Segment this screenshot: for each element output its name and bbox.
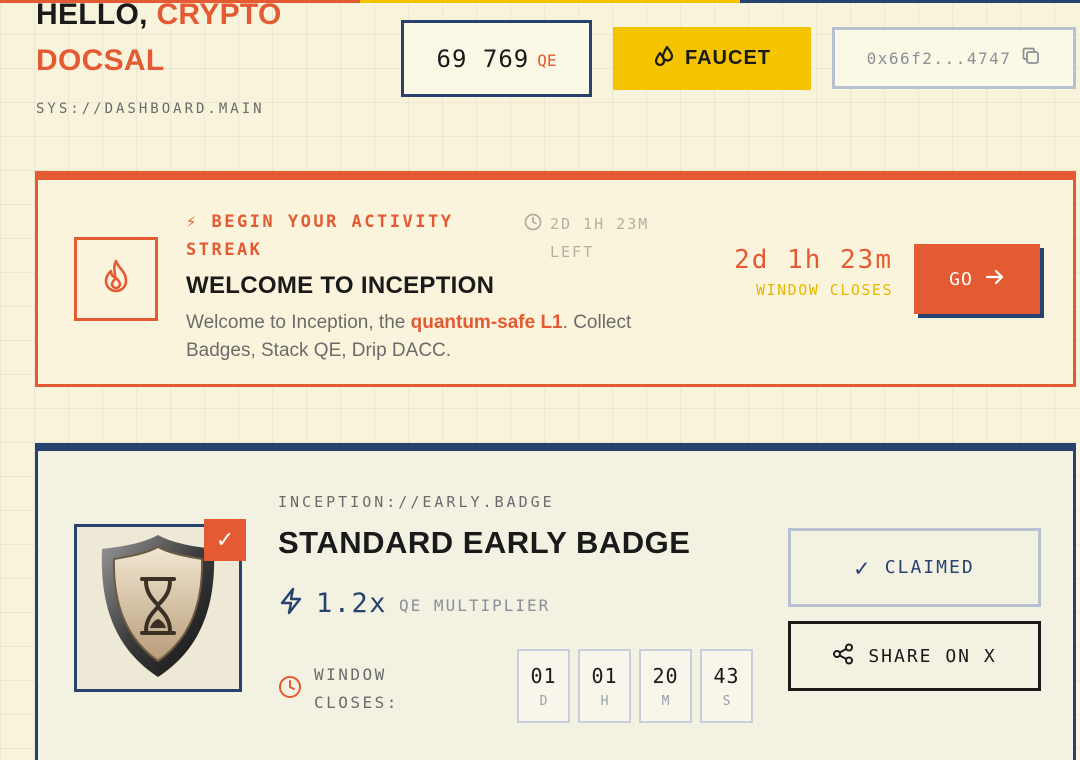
balance-value: 69 769: [436, 44, 530, 73]
badge-window-row: WINDOW CLOSES:: [278, 661, 424, 717]
streak-kicker: ⚡ BEGIN YOUR ACTIVITY STREAK: [186, 212, 454, 260]
countdown-minutes-value: 20: [652, 663, 679, 688]
clock-icon: [524, 213, 542, 236]
badge-title: STANDARD EARLY BADGE: [278, 525, 691, 560]
droplets-icon: [653, 44, 675, 74]
countdown-seconds: 43 S: [700, 649, 753, 723]
streak-description: Welcome to Inception, the quantum-safe L…: [186, 309, 706, 365]
countdown-seconds-unit: S: [722, 693, 731, 709]
faucet-button[interactable]: FAUCET: [613, 27, 811, 90]
countdown-hours-value: 01: [591, 663, 618, 688]
greeting-heading: HELLO, CRYPTO DOCSAL: [36, 0, 366, 84]
accent-stripe-navy: [740, 0, 1080, 3]
wallet-address-chip[interactable]: 0x66f2...4747: [832, 27, 1076, 89]
countdown-seconds-value: 43: [713, 663, 740, 688]
system-path: SYS://DASHBOARD.MAIN: [36, 101, 265, 117]
arrow-right-icon: [985, 269, 1005, 290]
balance-unit: QE: [537, 51, 557, 70]
badge-window-label: WINDOW CLOSES:: [314, 665, 399, 712]
streak-time-left: 2D 1H 23M LEFT: [524, 210, 680, 266]
go-label: GO: [949, 268, 973, 290]
countdown-hours-unit: H: [600, 693, 609, 709]
streak-countdown-label: WINDOW CLOSES: [756, 281, 893, 299]
multiplier-value: 1.2x: [316, 588, 388, 619]
activity-streak-card: ⚡ BEGIN YOUR ACTIVITY STREAK 2D 1H 23M L…: [35, 171, 1076, 387]
check-icon: ✓: [204, 519, 246, 561]
copy-icon[interactable]: [1021, 46, 1041, 70]
qe-balance: 69 769 QE: [401, 20, 592, 97]
countdown-minutes: 20 M: [639, 649, 692, 723]
streak-desc-prefix: Welcome to Inception, the: [186, 312, 411, 333]
countdown-hours: 01 H: [578, 649, 631, 723]
badge-path: INCEPTION://EARLY.BADGE: [278, 493, 555, 511]
wallet-address: 0x66f2...4747: [866, 48, 1012, 68]
check-icon: ✓: [854, 553, 871, 582]
countdown-minutes-unit: M: [661, 693, 670, 709]
countdown-days-unit: D: [539, 693, 548, 709]
shield-hourglass-icon: [96, 531, 220, 686]
streak-time-left-text: 2D 1H 23M LEFT: [550, 215, 650, 261]
flame-icon: [99, 258, 133, 301]
share-on-x-button[interactable]: SHARE ON X: [788, 621, 1041, 691]
streak-countdown-time: 2d 1h 23m: [734, 245, 893, 275]
claimed-status: ✓ CLAIMED: [788, 528, 1041, 607]
share-icon: [832, 643, 854, 670]
multiplier-label: QE MULTIPLIER: [399, 596, 551, 615]
badge-countdown: 01 D 01 H 20 M 43 S: [517, 649, 753, 723]
countdown-days: 01 D: [517, 649, 570, 723]
streak-title: WELCOME TO INCEPTION: [186, 272, 495, 299]
share-label: SHARE ON X: [868, 645, 997, 667]
early-badge-card: ✓ INCEPTION://EARLY.BADGE STANDARD EARLY…: [35, 443, 1076, 760]
faucet-label: FAUCET: [685, 47, 771, 69]
lightning-icon: [278, 587, 304, 620]
streak-countdown: 2d 1h 23m WINDOW CLOSES: [734, 245, 893, 299]
accent-stripe-yellow: [360, 0, 740, 3]
greeting-prefix: HELLO,: [36, 0, 157, 31]
streak-desc-highlight: quantum-safe L1: [410, 312, 563, 333]
go-button[interactable]: GO: [914, 244, 1040, 314]
multiplier-row: 1.2x QE MULTIPLIER: [278, 587, 550, 620]
claimed-label: CLAIMED: [884, 557, 975, 578]
clock-icon: [278, 675, 302, 704]
streak-icon-box: [74, 237, 158, 321]
countdown-days-value: 01: [530, 663, 557, 688]
